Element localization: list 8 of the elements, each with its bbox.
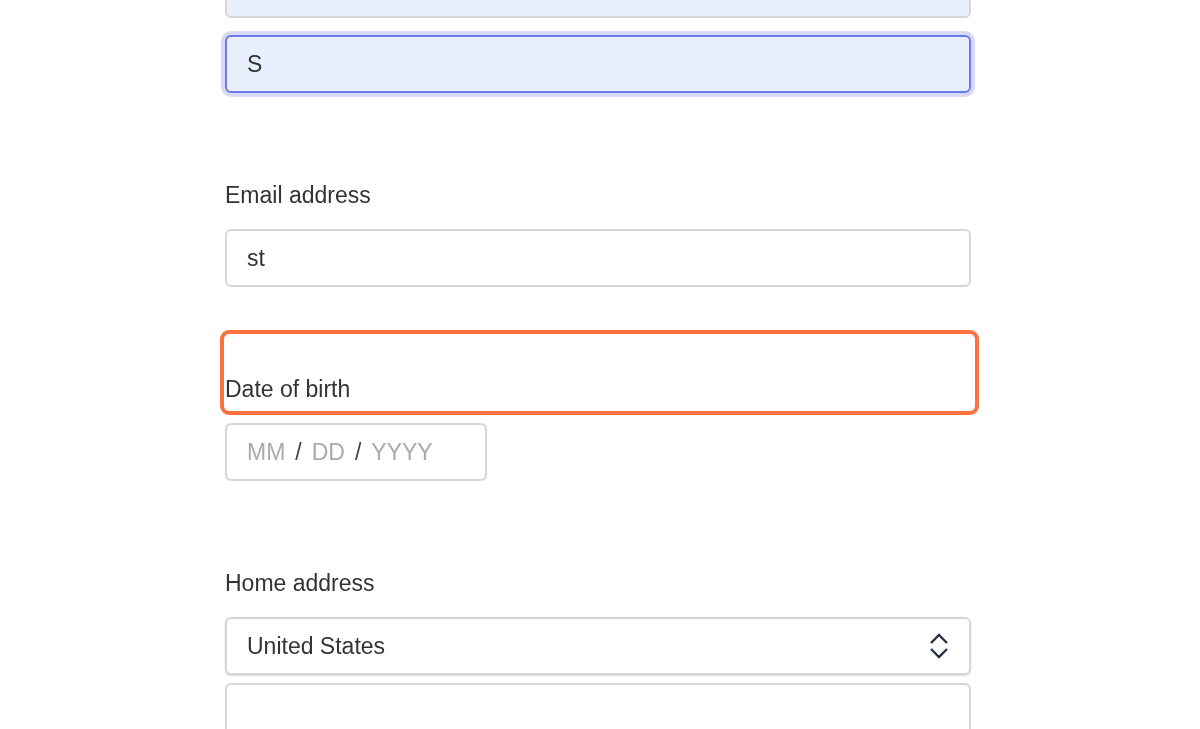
- field-label: Date of birth: [225, 376, 351, 402]
- country-select[interactable]: United States: [225, 617, 971, 675]
- date-field[interactable]: MM / DD / YYYY: [225, 423, 487, 481]
- text-field[interactable]: [225, 683, 971, 729]
- text-field[interactable]: st: [225, 229, 971, 287]
- field-label: Home address: [225, 570, 375, 596]
- chevron-up-down-icon: [929, 633, 949, 659]
- field-label: Email address: [225, 182, 371, 208]
